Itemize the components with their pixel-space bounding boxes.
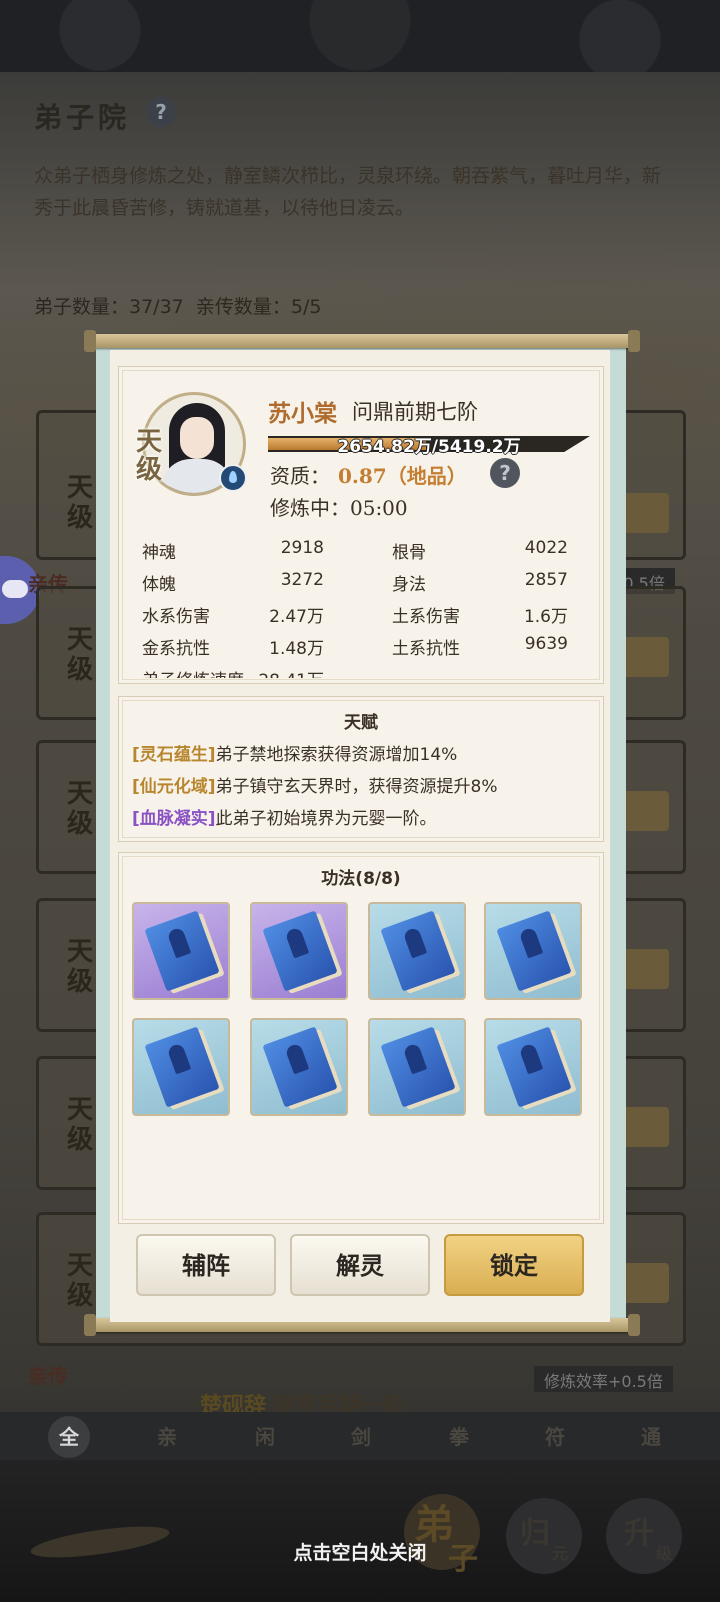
stat-value: 2.47万 — [269, 607, 324, 627]
scroll-rod-cap — [628, 330, 640, 352]
disciple-realm: 问鼎前期七阶 — [352, 400, 478, 424]
disciple-name: 苏小棠 — [268, 400, 337, 427]
talent-tag: [仙元化域] — [132, 777, 216, 797]
book-icon — [262, 910, 338, 992]
scroll-rod-cap — [628, 1314, 640, 1336]
water-element-icon — [219, 464, 247, 492]
stat-value: 4022 — [524, 538, 568, 558]
filter-talisman[interactable]: 符 — [534, 1416, 576, 1458]
card-grade: 天级 — [67, 473, 94, 533]
card-grade: 天级 — [67, 779, 94, 839]
stat-value: 2918 — [280, 538, 324, 558]
stat-value: 9639 — [524, 634, 568, 654]
card-grade: 天级 — [67, 625, 94, 685]
stat-value: 1.48万 — [269, 639, 324, 659]
technique-slot[interactable] — [484, 902, 582, 1000]
stat-value: 1.6万 — [523, 607, 568, 627]
stats-list[interactable]: 神魂 2918 根骨 4022 体魄 3272 身法 2857 水系伤害 2.4… — [128, 532, 598, 678]
book-icon — [262, 1026, 338, 1108]
stat-label: 体魄 — [142, 575, 176, 595]
card-action-button[interactable] — [619, 637, 669, 677]
lock-button[interactable]: 锁定 — [444, 1234, 584, 1296]
technique-slot[interactable] — [132, 1018, 230, 1116]
top-banner — [0, 0, 720, 72]
cultivation-progress-text: 2654.82万/5419.2万 — [337, 437, 521, 457]
efficiency-tag: 修炼效率+0.5倍 — [534, 1366, 673, 1392]
close-hint[interactable]: 点击空白处关闭 — [0, 1538, 720, 1565]
talent-text: 弟子禁地探索获得资源增加14% — [215, 745, 458, 765]
stat-label: 金系抗性 — [142, 639, 210, 659]
scroll-rod-cap — [84, 330, 96, 352]
filter-all[interactable]: 全 — [48, 1416, 90, 1458]
card-action-button[interactable] — [619, 493, 669, 533]
assist-formation-button[interactable]: 辅阵 — [136, 1234, 276, 1296]
grade-badge: 天级 — [136, 427, 163, 485]
technique-slot[interactable] — [484, 1018, 582, 1116]
release-spirit-button[interactable]: 解灵 — [290, 1234, 430, 1296]
aptitude-help-icon[interactable]: ? — [490, 458, 520, 488]
avatar-face — [180, 417, 214, 459]
filter-general[interactable]: 通 — [630, 1416, 672, 1458]
stat-label: 弟子修炼速度 — [142, 666, 244, 678]
card-action-button[interactable] — [619, 949, 669, 989]
section-label-direct: 亲传 — [28, 1364, 68, 1388]
technique-slot[interactable] — [368, 902, 466, 1000]
stat-label: 身法 — [392, 575, 426, 595]
stat-label: 水系伤害 — [142, 607, 210, 627]
stat-value: 28.41万 — [234, 666, 324, 678]
talent-text: 此弟子初始境界为元婴一阶。 — [215, 809, 437, 829]
talent-tag: [血脉凝实] — [132, 809, 216, 829]
page-title: 弟子院 — [34, 101, 131, 134]
help-icon[interactable]: ? — [146, 97, 176, 127]
stat-value: 2857 — [524, 570, 568, 590]
stat-label: 根骨 — [392, 543, 426, 563]
stat-label: 神魂 — [142, 543, 176, 563]
technique-slot[interactable] — [250, 1018, 348, 1116]
filter-direct[interactable]: 亲 — [146, 1416, 188, 1458]
book-icon — [144, 910, 220, 992]
page-description: 众弟子栖身修炼之处，静室鳞次栉比，灵泉环绕。朝吞紫气，暮吐月华，新秀于此晨昏苦修… — [34, 165, 662, 219]
card-grade: 天级 — [67, 937, 94, 997]
technique-slot[interactable] — [132, 902, 230, 1000]
direct-count-label: 亲传数量：5/5 — [195, 296, 322, 318]
talent-item: [血脉凝实]此弟子初始境界为元婴一阶。 — [132, 804, 437, 829]
scroll-rod-cap — [84, 1314, 96, 1336]
book-icon — [380, 1026, 456, 1108]
book-icon — [496, 910, 572, 992]
disciple-count-label: 弟子数量：37/37 — [34, 296, 184, 318]
stat-value: 3272 — [280, 570, 324, 590]
talent-item: [灵石蕴生]弟子禁地探索获得资源增加14% — [132, 740, 457, 765]
technique-slot[interactable] — [368, 1018, 466, 1116]
card-action-button[interactable] — [619, 1107, 669, 1147]
talent-text: 弟子镇守玄天界时，获得资源提升8% — [215, 777, 498, 797]
card-action-button[interactable] — [619, 1263, 669, 1303]
technique-slot[interactable] — [250, 902, 348, 1000]
aptitude-label: 资质： — [270, 464, 330, 488]
aptitude-value: 0.87（地品） — [338, 464, 467, 488]
book-icon — [496, 1026, 572, 1108]
card-grade: 天级 — [67, 1095, 94, 1155]
techniques-title: 功法(8/8) — [321, 869, 401, 889]
talent-tag: [灵石蕴生] — [132, 745, 216, 765]
filter-sword[interactable]: 剑 — [340, 1416, 382, 1458]
card-grade: 天级 — [67, 1251, 94, 1311]
card-action-button[interactable] — [619, 791, 669, 831]
stat-label: 土系抗性 — [392, 639, 460, 659]
scroll-rod-top — [90, 334, 636, 348]
book-icon — [380, 910, 456, 992]
book-icon — [144, 1026, 220, 1108]
cultivation-status: 修炼中：05:00 — [270, 496, 408, 520]
talent-title: 天赋 — [344, 713, 378, 733]
filter-fist[interactable]: 拳 — [438, 1416, 480, 1458]
disciple-count: 弟子数量：37/37 亲传数量：5/5 — [34, 292, 321, 319]
filter-idle[interactable]: 闲 — [244, 1416, 286, 1458]
talent-item: [仙元化域]弟子镇守玄天界时，获得资源提升8% — [132, 772, 498, 797]
stat-label: 土系伤害 — [392, 607, 460, 627]
